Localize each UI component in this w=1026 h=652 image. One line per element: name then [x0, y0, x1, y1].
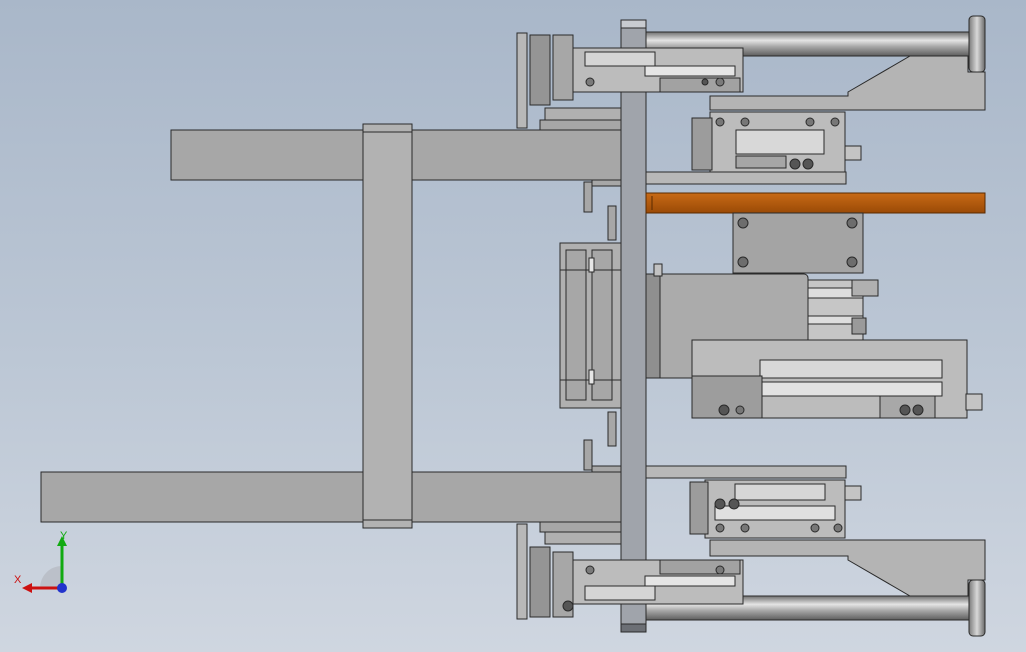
middle-plate	[732, 212, 864, 274]
z-axis-origin	[57, 583, 67, 593]
bottom-rod-cap	[968, 579, 986, 637]
top-rod-cap	[968, 15, 986, 73]
y-axis-label: Y	[60, 530, 68, 542]
bottom-bracket	[709, 539, 986, 597]
axis-triad: Y X	[12, 530, 82, 600]
x-axis-arrow	[22, 583, 32, 593]
cad-viewport[interactable]: Y X	[0, 0, 1026, 652]
mounting-plate	[620, 19, 647, 633]
orange-bar	[645, 192, 986, 214]
cross-beam	[362, 123, 413, 529]
x-axis-label: X	[14, 574, 22, 586]
assembly-model[interactable]	[0, 0, 1026, 652]
top-bracket	[709, 55, 986, 111]
lower-arm	[40, 471, 624, 523]
axis-triad-graphic	[22, 536, 67, 593]
